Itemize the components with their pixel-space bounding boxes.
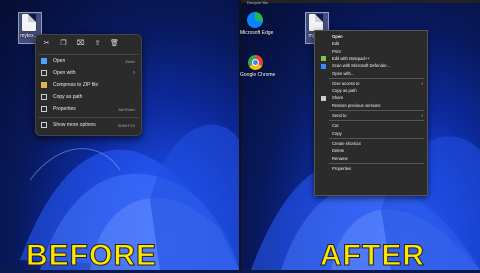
properties-icon <box>41 106 47 112</box>
defender-icon <box>321 63 326 69</box>
menu-item-rename[interactable]: Rename <box>315 155 427 163</box>
cut-icon[interactable]: ✂ <box>42 39 51 48</box>
menu-item-label: Open with <box>53 70 76 76</box>
divider <box>329 162 424 164</box>
menu-item-open[interactable]: Open Enter <box>36 56 141 67</box>
menu-item-properties[interactable]: Properties Alt+Enter <box>36 104 141 115</box>
text-file-icon[interactable] <box>22 14 36 31</box>
menu-item-send-to[interactable]: Send to › <box>315 112 427 120</box>
menu-item-shortcut: Alt+Enter <box>118 107 135 112</box>
menu-item-label: Properties <box>53 106 76 112</box>
menu-item-label: Open <box>53 58 66 64</box>
classic-context-menu: Open Edit Print Edit with Notepad++ Scan wit… <box>314 30 428 196</box>
menu-item-show-more-options[interactable]: Show more options Shift+F10 <box>36 120 141 131</box>
menu-item-copy-as-path[interactable]: Copy as path <box>36 92 141 103</box>
menu-item-compress-zip[interactable]: Compress to ZIP file <box>36 80 141 91</box>
more-options-icon <box>41 122 47 128</box>
divider <box>329 120 424 122</box>
menu-item-label: Properties <box>332 165 352 171</box>
before-caption: BEFORE <box>25 239 158 271</box>
before-panel: mytex... ✂ ❐ ⌧ ⇪ 🗑 Open Enter Open with … <box>0 0 239 270</box>
divider <box>329 110 424 111</box>
menu-item-open-with[interactable]: Open with › <box>36 68 141 79</box>
comparison-stage: mytex... ✂ ❐ ⌧ ⇪ 🗑 Open Enter Open with … <box>0 0 480 273</box>
chrome-icon[interactable] <box>248 55 263 70</box>
menu-item-label: Copy as path <box>53 94 83 100</box>
rename-icon[interactable]: ⌧ <box>76 39 85 48</box>
menu-item-shortcut: Enter <box>125 59 135 64</box>
chevron-right-icon: › <box>421 113 423 119</box>
chrome-label: Google Chrome <box>240 72 276 78</box>
menu-item-properties[interactable]: Properties <box>315 165 427 173</box>
share-icon[interactable]: ⇪ <box>93 39 102 48</box>
menu-item-label: Show more options <box>53 122 96 128</box>
menu-item-label: Compress to ZIP file <box>53 82 99 88</box>
top-strip <box>241 0 480 3</box>
notepad-icon <box>41 58 47 64</box>
chevron-right-icon: › <box>133 70 135 76</box>
notepadpp-icon <box>321 56 326 62</box>
win11-context-menu: ✂ ❐ ⌧ ⇪ 🗑 Open Enter Open with › Compres… <box>35 34 142 136</box>
menu-item-shortcut: Shift+F10 <box>117 123 135 128</box>
edge-label: Microsoft Edge <box>240 30 274 36</box>
zip-icon <box>41 82 47 88</box>
edge-icon[interactable] <box>247 12 263 28</box>
divider <box>329 77 424 79</box>
open-with-icon <box>41 70 47 76</box>
menu-item-label: Restore previous versions <box>332 102 381 108</box>
divider <box>38 117 139 118</box>
share-icon <box>321 95 326 101</box>
quick-actions-row: ✂ ❐ ⌧ ⇪ 🗑 <box>36 35 141 53</box>
copy-icon[interactable]: ❐ <box>59 39 68 48</box>
recycle-bin-label: Recycle Bin <box>247 0 269 5</box>
menu-item-open-with[interactable]: Open with... <box>315 70 427 78</box>
after-caption: AFTER <box>320 239 425 273</box>
menu-item-label: Rename <box>332 155 348 161</box>
path-icon <box>41 94 47 100</box>
divider <box>329 137 424 139</box>
divider <box>38 54 139 55</box>
text-file-icon[interactable] <box>309 14 323 31</box>
menu-item-restore-previous-versions[interactable]: Restore previous versions <box>315 102 427 110</box>
menu-item-label: Open with... <box>332 70 355 76</box>
menu-item-label: Copy <box>332 130 342 136</box>
delete-icon[interactable]: 🗑 <box>110 39 119 48</box>
menu-item-label: Send to <box>332 113 347 118</box>
menu-item-copy[interactable]: Copy <box>315 130 427 138</box>
